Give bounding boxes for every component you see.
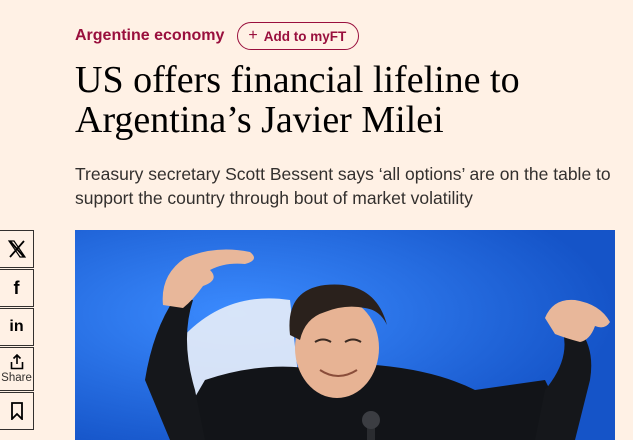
article-headline: US offers financial lifeline to Argentin…	[75, 59, 520, 141]
share-x-button[interactable]	[0, 230, 34, 268]
share-rail: f in Share	[0, 230, 35, 431]
topic-row: Argentine economy + Add to myFT	[75, 21, 360, 51]
save-article-button[interactable]	[0, 392, 34, 430]
share-label: Share	[1, 372, 32, 384]
plus-icon: +	[248, 27, 258, 44]
article-standfirst: Treasury secretary Scott Bessent says ‘a…	[75, 164, 611, 208]
topic-link[interactable]: Argentine economy	[75, 27, 224, 45]
x-icon	[7, 240, 26, 258]
hero-image	[75, 230, 615, 440]
hero-photo	[75, 230, 615, 440]
bookmark-icon	[10, 402, 23, 420]
facebook-icon: f	[13, 278, 20, 298]
share-facebook-button[interactable]: f	[0, 269, 34, 307]
share-icon	[10, 354, 23, 370]
share-button[interactable]: Share	[0, 347, 34, 391]
share-linkedin-button[interactable]: in	[0, 308, 34, 346]
add-to-myft-button[interactable]: + Add to myFT	[237, 22, 360, 50]
add-to-myft-label: Add to myFT	[263, 28, 347, 44]
linkedin-icon: in	[9, 318, 24, 335]
